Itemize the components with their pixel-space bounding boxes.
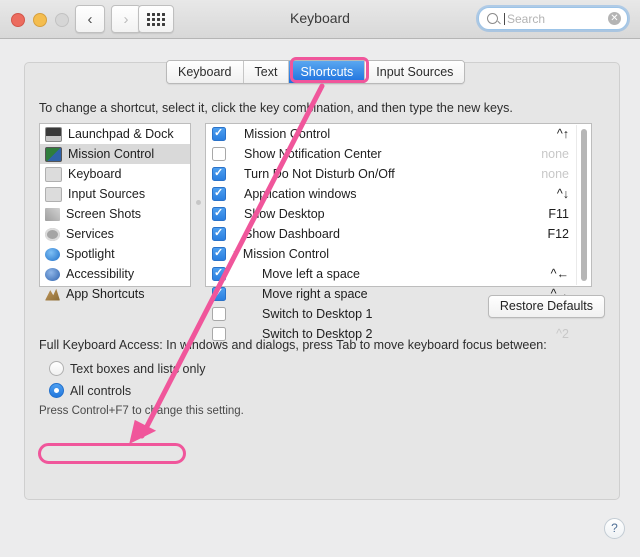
shortcut-checkbox[interactable] (212, 186, 226, 201)
shortcut-checkbox[interactable] (212, 246, 226, 261)
preferences-panel: Keyboard Text Shortcuts Input Sources To… (24, 60, 620, 500)
accessibility-icon (45, 267, 60, 281)
split-resize-handle[interactable] (196, 200, 201, 205)
tab-keyboard[interactable]: Keyboard (167, 61, 244, 83)
input-sources-icon (45, 186, 62, 202)
shortcut-row[interactable]: Show Dashboard F12 (206, 224, 591, 244)
shortcut-checkbox[interactable] (212, 307, 226, 321)
shortcut-checkbox[interactable] (212, 166, 226, 181)
sidebar-item-label: Spotlight (66, 247, 115, 261)
radio-button[interactable] (49, 361, 64, 376)
shortcut-label: Move right a space (262, 287, 368, 301)
sidebar-item-label: Mission Control (68, 147, 155, 161)
shortcut-group-label: ▼ Mission Control (232, 247, 489, 261)
shortcut-checkbox[interactable] (212, 226, 226, 241)
shortcut-row[interactable]: Show Notification Center none (206, 144, 591, 164)
search-field[interactable]: Search ✕ (478, 7, 628, 30)
keyboard-icon (45, 166, 62, 182)
sidebar-item-app-shortcuts[interactable]: App Shortcuts (40, 284, 190, 304)
shortcut-category-list[interactable]: Launchpad & Dock Mission Control Keyboar… (39, 123, 191, 301)
shortcut-row[interactable]: Move left a space ^← (206, 264, 591, 284)
radio-text-boxes-and-lists[interactable]: Text boxes and lists only (49, 361, 206, 376)
shortcut-label: Mission Control (244, 127, 331, 141)
scrollbar-thumb[interactable] (581, 129, 587, 281)
annotation-highlight-shortcuts-tab (290, 57, 369, 83)
tab-text[interactable]: Text (243, 61, 290, 83)
annotation-highlight-all-controls (38, 443, 186, 464)
text-caret (504, 12, 505, 25)
sidebar-item-input-sources[interactable]: Input Sources (40, 184, 190, 204)
sidebar-item-spotlight[interactable]: Spotlight (40, 244, 190, 264)
sidebar-item-label: App Shortcuts (66, 287, 145, 301)
sidebar-item-label: Services (66, 227, 114, 241)
shortcut-checkbox[interactable] (212, 126, 226, 141)
clear-search-icon[interactable]: ✕ (608, 12, 621, 25)
sidebar-item-label: Accessibility (66, 267, 135, 281)
shortcut-group-row[interactable]: ▼Mission Control (206, 244, 591, 264)
shortcut-checkbox[interactable] (212, 206, 226, 221)
sidebar-item-screen-shots[interactable]: Screen Shots (40, 204, 190, 224)
search-placeholder: Search (507, 11, 546, 26)
shortcut-label: Turn Do Not Disturb On/Off (244, 167, 395, 181)
shortcut-list[interactable]: Mission Control ^↑ Show Notification Cen… (205, 123, 592, 341)
setting-note: Press Control+F7 to change this setting. (39, 405, 244, 417)
help-button[interactable]: ? (604, 518, 625, 539)
instruction-text: To change a shortcut, select it, click t… (39, 101, 513, 115)
shortcut-label: Show Notification Center (244, 147, 382, 161)
shortcut-checkbox[interactable] (212, 286, 226, 301)
sidebar-item-label: Launchpad & Dock (68, 127, 174, 141)
search-icon (487, 13, 498, 24)
radio-button[interactable] (49, 383, 64, 398)
restore-defaults-button[interactable]: Restore Defaults (487, 295, 605, 318)
shortcut-list-scrollbar[interactable] (576, 125, 590, 285)
sidebar-item-label: Keyboard (68, 167, 122, 181)
spotlight-icon (45, 247, 60, 261)
sidebar-item-mission-control[interactable]: Mission Control (40, 144, 190, 164)
sidebar-item-accessibility[interactable]: Accessibility (40, 264, 190, 284)
screenshots-icon (45, 207, 60, 221)
services-gear-icon (45, 227, 60, 241)
shortcut-row[interactable]: Turn Do Not Disturb On/Off none (206, 164, 591, 184)
mission-control-icon (45, 146, 62, 162)
shortcut-checkbox[interactable] (212, 266, 226, 281)
shortcut-label: Show Dashboard (244, 227, 340, 241)
shortcut-row[interactable]: Show Desktop F11 (206, 204, 591, 224)
tab-input-sources[interactable]: Input Sources (365, 61, 465, 83)
shortcut-checkbox[interactable] (212, 147, 226, 161)
sidebar-item-services[interactable]: Services (40, 224, 190, 244)
radio-all-controls[interactable]: All controls (49, 383, 131, 398)
full-keyboard-access-description: Full Keyboard Access: In windows and dia… (39, 338, 547, 352)
shortcut-label: Show Desktop (244, 207, 325, 221)
launchpad-dock-icon (45, 126, 62, 142)
sidebar-item-label: Input Sources (68, 187, 146, 201)
keyboard-preferences-window: ‹ › Keyboard Search ✕ Keyboard Text Shor… (0, 0, 640, 557)
shortcut-label: Application windows (244, 187, 357, 201)
shortcut-row[interactable]: Application windows ^↓ (206, 184, 591, 204)
sidebar-item-keyboard[interactable]: Keyboard (40, 164, 190, 184)
shortcut-label: Switch to Desktop 1 (262, 307, 373, 321)
window-titlebar: ‹ › Keyboard Search ✕ (0, 0, 640, 39)
radio-label: All controls (70, 383, 132, 398)
shortcut-label: Mission Control (242, 247, 330, 261)
app-shortcuts-icon (45, 288, 60, 301)
chevron-down-icon[interactable]: ▼ (232, 249, 240, 258)
shortcut-label: Move left a space (262, 267, 360, 281)
radio-label: Text boxes and lists only (70, 361, 206, 376)
sidebar-item-label: Screen Shots (66, 207, 142, 221)
shortcut-row[interactable]: Mission Control ^↑ (206, 124, 591, 144)
sidebar-item-launchpad-dock[interactable]: Launchpad & Dock (40, 124, 190, 144)
